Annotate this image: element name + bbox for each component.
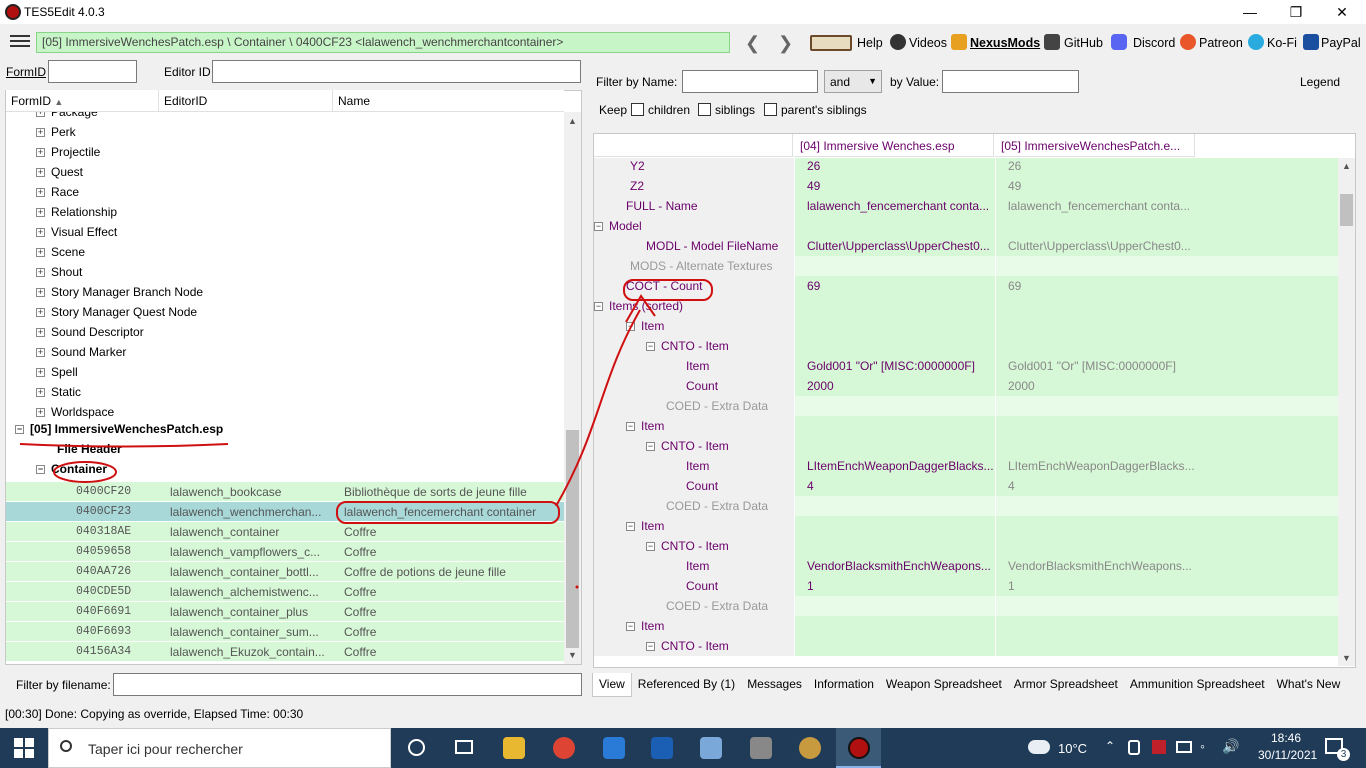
volume-icon[interactable]: 🔊 [1222,738,1239,755]
device-icon[interactable] [1128,740,1140,755]
annotation-overlay [19,279,713,589]
arrow-line [555,309,641,507]
app-icon-infinity[interactable] [651,737,673,759]
monitor-icon[interactable] [1176,741,1192,753]
circle-container [53,461,117,483]
weather-icon[interactable] [1028,740,1050,754]
search-icon [60,740,72,752]
notification-badge: 3 [1337,748,1350,761]
wifi-icon[interactable]: ◦ [1200,738,1205,754]
circle-name [336,501,560,524]
underline-plugin [19,443,229,448]
cortana-icon[interactable] [408,739,425,756]
calculator-icon[interactable] [750,737,772,759]
red-dot [575,585,579,589]
app-icon-blue[interactable] [603,737,625,759]
task-view-icon[interactable] [455,740,473,754]
tes5edit-icon [848,737,870,759]
clock-date[interactable]: 30/11/2021 [1258,748,1317,762]
file-explorer-icon[interactable] [503,737,525,759]
app-icon-notes[interactable] [700,737,722,759]
search-placeholder: Taper ici pour rechercher [88,741,243,757]
start-icon[interactable] [14,738,34,758]
circle-coct [623,279,713,301]
clock-time[interactable]: 18:46 [1262,731,1310,745]
chevron-up-icon[interactable]: ⌃ [1105,739,1115,753]
chrome-icon[interactable] [553,737,575,759]
temperature: 10°C [1058,741,1088,756]
paint-icon[interactable] [799,737,821,759]
tray-app-icon[interactable] [1152,740,1166,754]
